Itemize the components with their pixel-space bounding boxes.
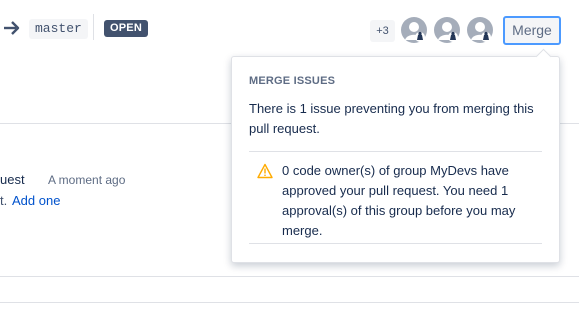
divider — [0, 276, 579, 277]
activity-timestamp: A moment ago — [48, 173, 126, 187]
merge-issues-summary: There is 1 issue preventing you from mer… — [249, 101, 534, 136]
status-badge: OPEN — [104, 20, 148, 37]
reviewer-avatar-icon[interactable] — [466, 16, 494, 44]
merge-issues-heading: MERGE ISSUES — [249, 75, 336, 87]
more-reviewers-button[interactable]: +3 — [370, 20, 395, 42]
divider — [249, 151, 542, 152]
activity-title: uest — [0, 172, 25, 187]
arrow-right-icon — [4, 21, 20, 35]
reviewer-avatar-icon[interactable] — [400, 16, 428, 44]
add-description-link[interactable]: Add one — [12, 193, 60, 208]
description-text: t. — [0, 193, 8, 208]
merge-button[interactable]: Merge — [503, 16, 561, 45]
warning-icon — [257, 163, 273, 179]
target-branch-label[interactable]: master — [29, 19, 88, 39]
merge-issue-item: 0 code owner(s) of group MyDevs have app… — [282, 163, 516, 238]
divider — [93, 14, 94, 40]
divider — [0, 302, 579, 303]
reviewer-avatar-icon[interactable] — [433, 16, 461, 44]
divider — [249, 243, 542, 244]
